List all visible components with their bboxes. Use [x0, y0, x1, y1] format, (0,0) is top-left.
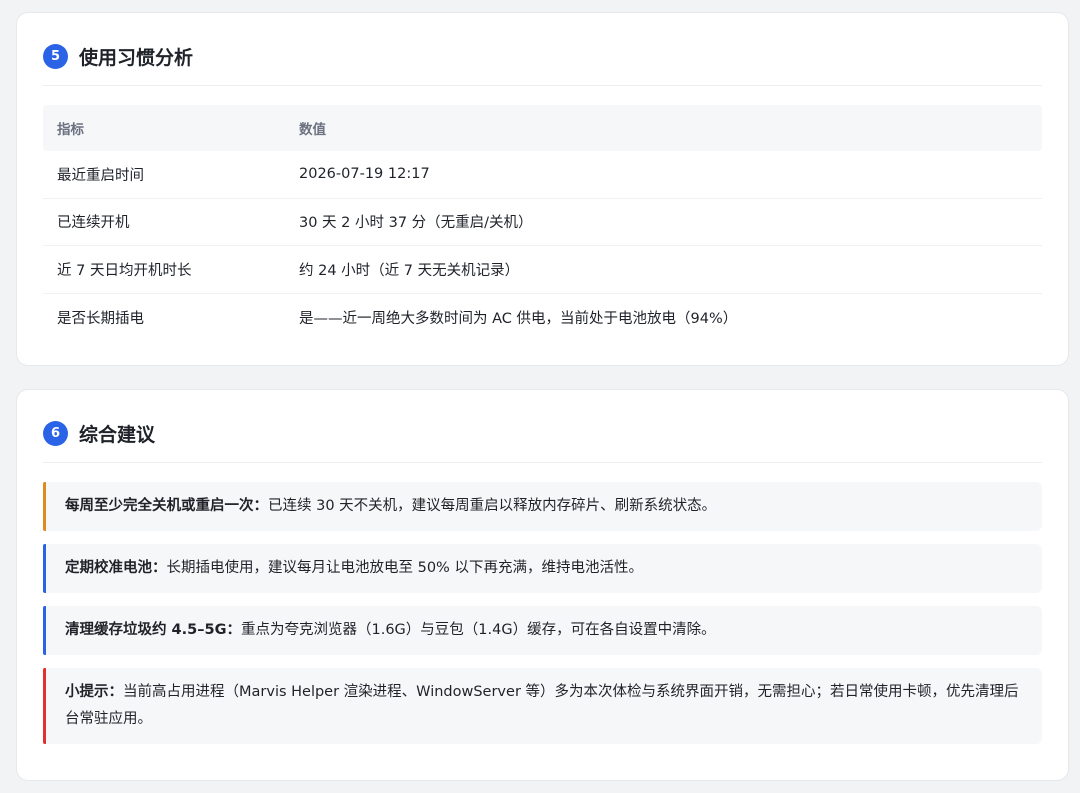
advice-text: 小提示：当前高占用进程（Marvis Helper 渲染进程、WindowSer… [65, 679, 1024, 733]
metrics-table: 指标 数值 最近重启时间 2026-07-19 12:17 已连续开机 30 天… [43, 105, 1042, 341]
advice-body: 重点为夸克浏览器（1.6G）与豆包（1.4G）缓存，可在各自设置中清除。 [240, 622, 716, 638]
advice-text: 清理缓存垃圾约 4.5–5G：重点为夸克浏览器（1.6G）与豆包（1.4G）缓存… [65, 617, 1024, 644]
metric-cell: 最近重启时间 [57, 167, 144, 184]
value-cell: 2026-07-19 12:17 [299, 166, 430, 183]
advice-label: 清理缓存垃圾约 4.5–5G： [65, 622, 241, 638]
advice-item-weekly-restart: 每周至少完全关机或重启一次：已连续 30 天不关机，建议每周重启以释放内存碎片、… [43, 482, 1042, 531]
value-cell: 约 24 小时（近 7 天无关机记录） [299, 262, 520, 279]
metric-cell: 已连续开机 [57, 215, 130, 232]
advice-item-tip: 小提示：当前高占用进程（Marvis Helper 渲染进程、WindowSer… [43, 668, 1042, 744]
advice-card: 6 综合建议 每周至少完全关机或重启一次：已连续 30 天不关机，建议每周重启以… [16, 389, 1069, 781]
advice-text: 每周至少完全关机或重启一次：已连续 30 天不关机，建议每周重启以释放内存碎片、… [65, 493, 1024, 520]
habits-header: 5 使用习惯分析 [43, 43, 193, 70]
table-row: 已连续开机 30 天 2 小时 37 分（无重启/关机） [43, 199, 1042, 246]
section-number-badge: 6 [43, 421, 68, 446]
table-row: 近 7 天日均开机时长 约 24 小时（近 7 天无关机记录） [43, 246, 1042, 294]
column-header-value: 数值 [299, 122, 326, 138]
advice-label: 每周至少完全关机或重启一次： [65, 498, 268, 514]
column-header-metric: 指标 [57, 122, 84, 138]
advice-label: 小提示： [65, 684, 123, 700]
metric-cell: 近 7 天日均开机时长 [57, 262, 192, 279]
divider [43, 462, 1042, 463]
section-number-badge: 5 [43, 44, 68, 69]
advice-text: 定期校准电池：长期插电使用，建议每月让电池放电至 50% 以下再充满，维持电池活… [65, 555, 1024, 582]
value-cell: 是——近一周绝大多数时间为 AC 供电，当前处于电池放电（94%） [299, 310, 738, 327]
advice-label: 定期校准电池： [65, 560, 167, 576]
advice-body: 已连续 30 天不关机，建议每周重启以释放内存碎片、刷新系统状态。 [268, 498, 717, 514]
table-header-row: 指标 数值 [43, 105, 1042, 151]
advice-item-clean-cache: 清理缓存垃圾约 4.5–5G：重点为夸克浏览器（1.6G）与豆包（1.4G）缓存… [43, 606, 1042, 655]
table-row: 是否长期插电 是——近一周绝大多数时间为 AC 供电，当前处于电池放电（94%） [43, 294, 1042, 342]
table-row: 最近重启时间 2026-07-19 12:17 [43, 151, 1042, 199]
metric-cell: 是否长期插电 [57, 310, 144, 327]
advice-body: 长期插电使用，建议每月让电池放电至 50% 以下再充满，维持电池活性。 [166, 560, 643, 576]
divider [43, 85, 1042, 86]
section-title: 综合建议 [79, 424, 156, 446]
advice-header: 6 综合建议 [43, 420, 155, 447]
advice-item-battery-calibration: 定期校准电池：长期插电使用，建议每月让电池放电至 50% 以下再充满，维持电池活… [43, 544, 1042, 593]
advice-body: 当前高占用进程（Marvis Helper 渲染进程、WindowServer … [65, 684, 1019, 727]
value-cell: 30 天 2 小时 37 分（无重启/关机） [299, 215, 533, 232]
advice-list: 每周至少完全关机或重启一次：已连续 30 天不关机，建议每周重启以释放内存碎片、… [43, 482, 1042, 757]
section-title: 使用习惯分析 [79, 47, 194, 69]
habits-card: 5 使用习惯分析 指标 数值 最近重启时间 2026-07-19 12:17 已… [16, 12, 1069, 366]
